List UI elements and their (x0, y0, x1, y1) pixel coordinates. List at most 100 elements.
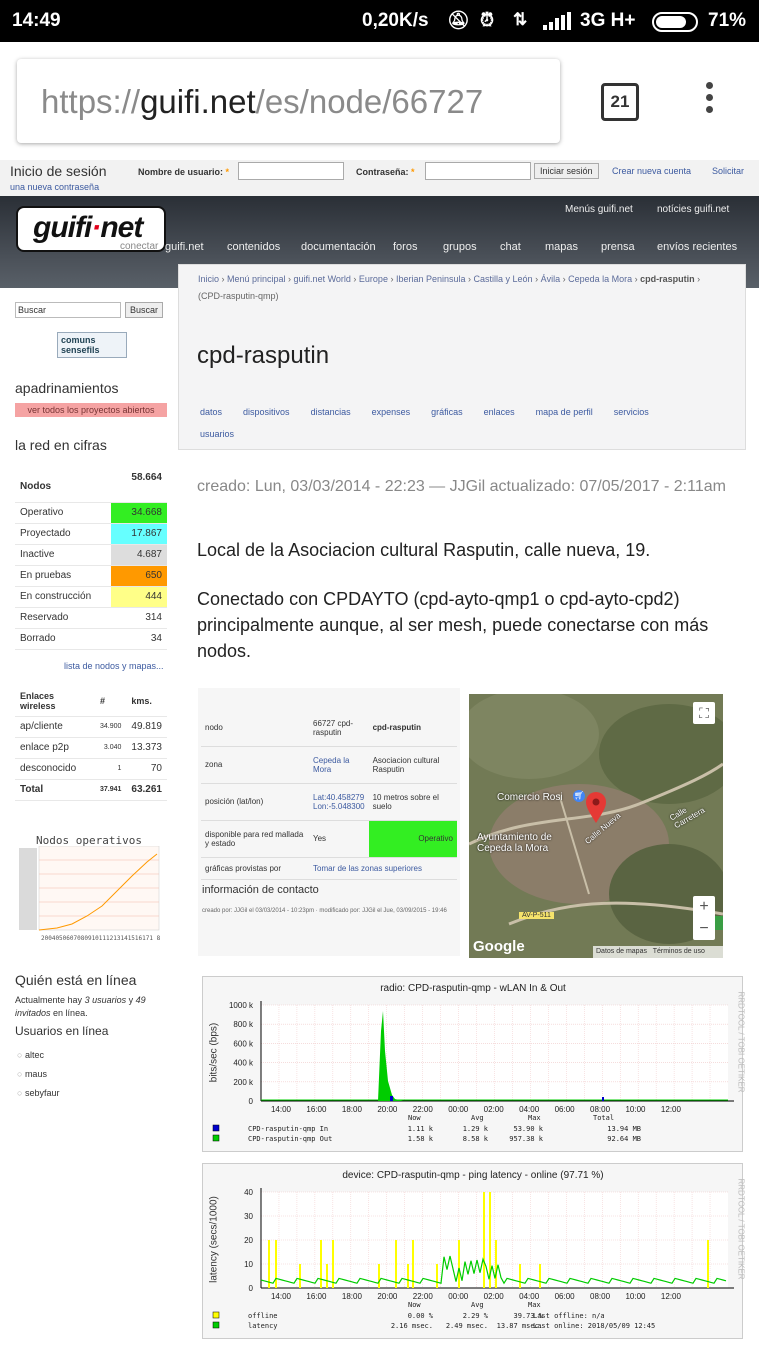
forgot-password-link[interactable]: una nueva contraseña (10, 182, 99, 192)
zoom-controls: + − (693, 896, 715, 940)
traffic-graph: radio: CPD-rasputin-qmp - wLAN In & Out … (202, 976, 746, 1152)
info-position-link[interactable]: Lat:40.458279 Lon:-5.048300 (309, 783, 369, 821)
tab-usuarios[interactable]: usuarios (200, 423, 234, 445)
x-tick-label: 10:00 (625, 1105, 646, 1114)
menus-link[interactable]: Menús guifi.net (565, 204, 633, 215)
stats-value: 34.668 (111, 502, 167, 524)
online-user[interactable]: ○ sebyfaur (17, 1084, 59, 1103)
battery-percent: 71% (708, 10, 747, 31)
y-tick-label: 40 (244, 1188, 253, 1197)
legend-header: Avg (471, 1301, 484, 1309)
node-marker-icon[interactable] (585, 792, 607, 824)
tab-enlaces[interactable]: enlaces (484, 401, 515, 423)
links-cell: Total (15, 779, 95, 801)
legend-value: 0.00 % (408, 1312, 434, 1320)
x-tick-label: 02:00 (484, 1292, 505, 1301)
location-map[interactable]: ⛶ Comercio Rosi Ayuntamiento de Cepeda l… (469, 694, 723, 958)
breadcrumb-sub: (CPD-rasputin-qmp) (198, 291, 279, 301)
breadcrumb-item[interactable]: Inicio (198, 274, 219, 284)
links-header: Enlaces wireless # kms. (15, 686, 167, 717)
zoom-in-button[interactable]: + (693, 896, 715, 918)
sponsor-link[interactable]: ver todos los proyectos abiertos (15, 403, 167, 417)
nav-envios[interactable]: envíos recientes (657, 241, 737, 253)
nav-contenidos[interactable]: contenidos (227, 241, 280, 253)
tab-expenses[interactable]: expenses (372, 401, 411, 423)
nav-documentacion[interactable]: documentación (301, 241, 376, 253)
nav-foros[interactable]: foros (393, 241, 417, 253)
overflow-menu-icon[interactable] (706, 82, 714, 118)
stats-row: Inactive 4.687 (15, 544, 167, 566)
stats-label: Operativo (15, 502, 111, 524)
nav-grupos[interactable]: grupos (443, 241, 477, 253)
zoom-out-button[interactable]: − (693, 918, 715, 940)
legend-header: Now (408, 1114, 421, 1122)
tab-gráficas[interactable]: gráficas (431, 401, 463, 423)
y-tick-label: 600 k (233, 1039, 254, 1048)
breadcrumb-item[interactable]: Iberian Peninsula (396, 274, 466, 284)
network-speed: 0,20K/s (362, 10, 429, 31)
offline-bar (407, 1264, 409, 1288)
legend-value: 53.90 k (513, 1125, 543, 1133)
create-account-link[interactable]: Crear nueva cuenta (612, 166, 691, 176)
links-cell: 37.941 (94, 779, 127, 801)
info-zone-link[interactable]: Cepeda la Mora (309, 746, 369, 784)
search-input[interactable]: Buscar (15, 302, 121, 318)
nav-guifi[interactable]: guifi.net (165, 241, 204, 253)
news-link[interactable]: notícies guifi.net (657, 204, 729, 215)
login-title: Inicio de sesión (10, 163, 107, 179)
online-user[interactable]: ○ maus (17, 1065, 59, 1084)
username-input[interactable] (238, 162, 344, 180)
breadcrumb-item[interactable]: guifi.net World (294, 274, 351, 284)
stats-label: En construcción (15, 586, 111, 608)
stats-label: Nodos (15, 472, 111, 503)
stats-value: 58.664 (111, 472, 167, 503)
node-info-panel: nodo 66727 cpd-rasputin cpd-rasputin zona C… (198, 688, 460, 956)
node-list-link[interactable]: lista de nodos y mapas... (64, 661, 164, 671)
info-graphs-link[interactable]: Tomar de las zonas superiores (309, 857, 457, 880)
creation-note: creado por: JJGil el 03/03/2014 - 10:23p… (202, 908, 447, 914)
x-tick-label: 14:00 (271, 1292, 292, 1301)
breadcrumb-item[interactable]: Menú principal (227, 274, 286, 284)
tab-dispositivos[interactable]: dispositivos (243, 401, 290, 423)
stats-value: 650 (111, 565, 167, 587)
legend-value: 92.64 MB (607, 1135, 641, 1143)
request-password-link[interactable]: Solicitar (712, 166, 744, 176)
login-button[interactable]: Iniciar sesión (534, 163, 599, 179)
tab-datos[interactable]: datos (200, 401, 222, 423)
password-input[interactable] (425, 162, 531, 180)
breadcrumb-item[interactable]: Cepeda la Mora (568, 274, 632, 284)
tab-mapa-de-perfil[interactable]: mapa de perfil (536, 401, 593, 423)
x-tick-label: 18:00 (342, 1292, 363, 1301)
tab-distancias[interactable]: distancias (311, 401, 351, 423)
password-label: Contraseña: * (356, 167, 415, 177)
nav-chat[interactable]: chat (500, 241, 521, 253)
map-label: Ayuntamiento de Cepeda la Mora (477, 832, 552, 854)
stats-label: Proyectado (15, 523, 111, 545)
search-button[interactable]: Buscar (125, 302, 164, 318)
x-tick-label: 02:00 (484, 1105, 505, 1114)
nav-mapas[interactable]: mapas (545, 241, 578, 253)
address-bar[interactable]: https://guifi.net/es/node/66727 (17, 59, 560, 143)
status-bar: 14:49 0,20K/s 🔕︎ ⏰︎ ⇅ 3G H+ 71% (0, 0, 759, 42)
online-user[interactable]: ○ altec (17, 1046, 59, 1065)
comuns-sensefils-logo[interactable]: comuns sensefils (57, 332, 127, 358)
offline-bar (326, 1264, 328, 1288)
info-label: posición (lat/lon) (201, 783, 309, 821)
battery-icon (652, 12, 702, 38)
breadcrumb-item[interactable]: Ávila (541, 274, 561, 284)
google-logo: Google (473, 938, 525, 955)
links-row: ap/cliente 34.900 49.819 (15, 716, 167, 738)
road-label: AV-P-511 (519, 912, 554, 919)
traffic-in-spike (390, 1096, 393, 1101)
legend-swatch (212, 1311, 220, 1319)
fullscreen-icon[interactable]: ⛶ (693, 702, 715, 724)
stats-value: 444 (111, 586, 167, 608)
offline-bar (539, 1264, 541, 1288)
tab-servicios[interactable]: servicios (614, 401, 649, 423)
tab-count-button[interactable]: 21 (601, 83, 639, 121)
breadcrumb-item[interactable]: Europe (359, 274, 388, 284)
breadcrumb-item[interactable]: Castilla y León (474, 274, 533, 284)
nav-prensa[interactable]: prensa (601, 241, 635, 253)
offline-bar (268, 1240, 270, 1288)
offline-bar (332, 1240, 334, 1288)
